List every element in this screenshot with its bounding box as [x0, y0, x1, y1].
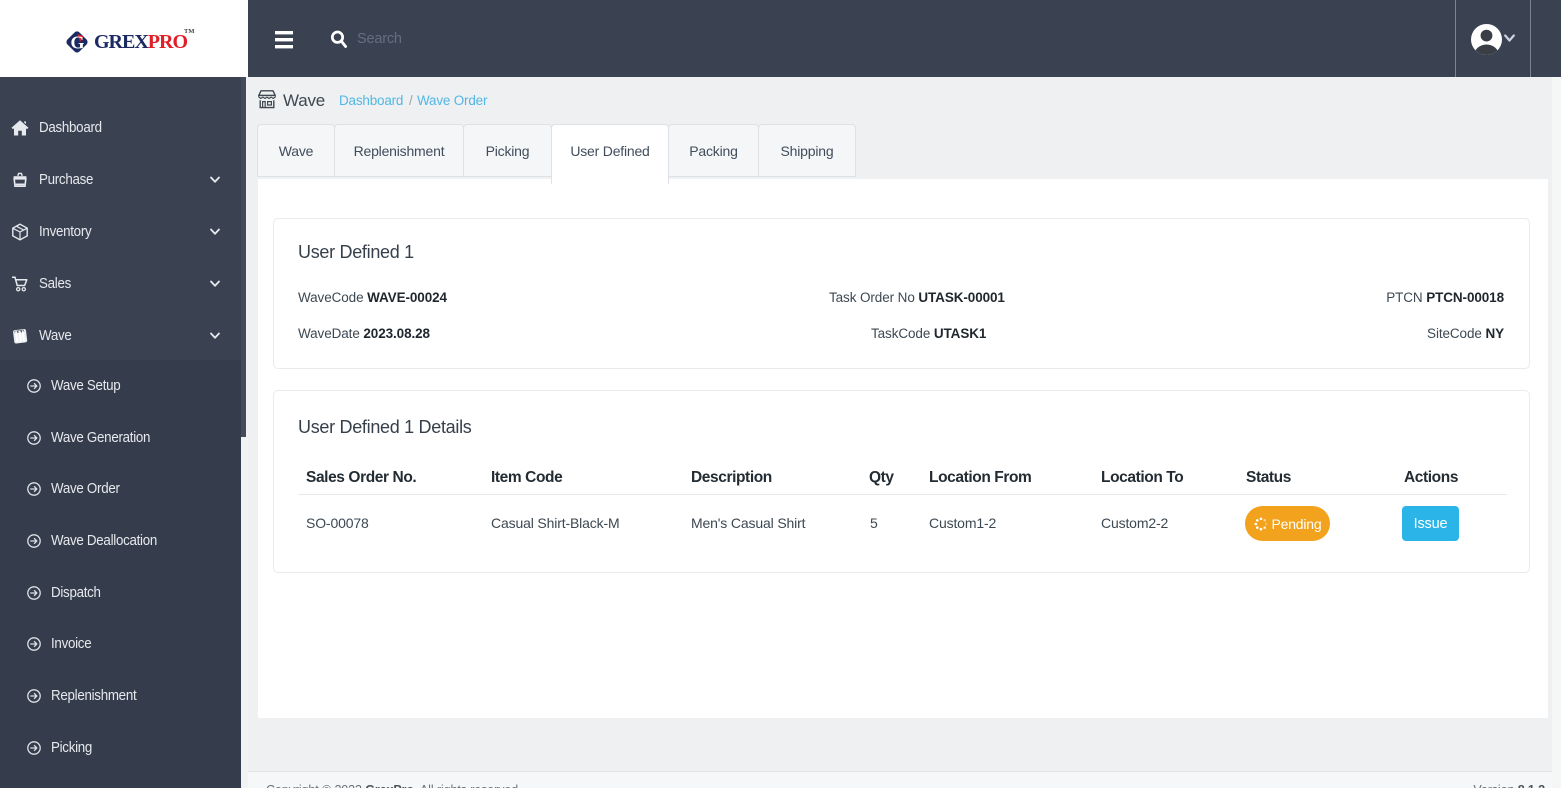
svg-text:G: G — [71, 33, 85, 53]
